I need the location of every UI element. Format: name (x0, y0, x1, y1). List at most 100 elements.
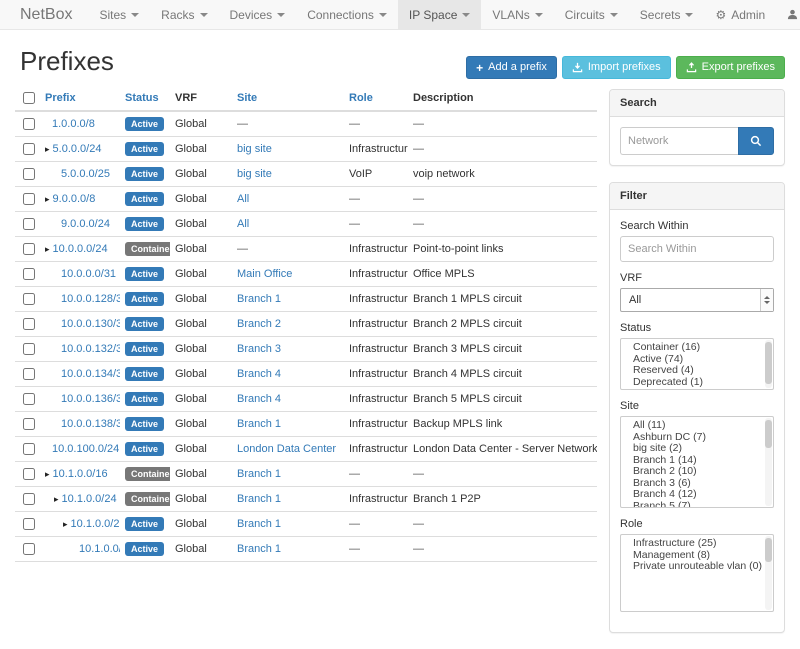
site-link[interactable]: big site (237, 168, 272, 180)
listbox-option[interactable]: Infrastructure (25) (621, 538, 773, 550)
prefix-link[interactable]: 10.0.0.128/31 (61, 293, 120, 305)
nav-item-vlans[interactable]: VLANs (481, 0, 553, 29)
listbox-option[interactable]: Ashburn DC (7) (621, 432, 773, 444)
site-link[interactable]: big site (237, 143, 272, 155)
listbox-option[interactable]: big site (2) (621, 443, 773, 455)
search-button[interactable] (738, 127, 774, 155)
listbox-option[interactable]: Branch 2 (10) (621, 466, 773, 478)
row-checkbox[interactable] (23, 318, 35, 330)
scrollbar[interactable] (765, 418, 772, 506)
row-checkbox[interactable] (23, 293, 35, 305)
expand-arrow-icon: ▸ (63, 519, 68, 529)
row-checkbox[interactable] (23, 468, 35, 480)
row-checkbox[interactable] (23, 243, 35, 255)
site-link[interactable]: All (237, 218, 249, 230)
site-link[interactable]: Branch 1 (237, 493, 281, 505)
listbox-option[interactable]: Deprecated (1) (621, 377, 773, 389)
row-checkbox[interactable] (23, 268, 35, 280)
row-checkbox[interactable] (23, 193, 35, 205)
prefix-link[interactable]: 9.0.0.0/24 (61, 218, 110, 230)
prefix-link[interactable]: 9.0.0.0/8 (53, 193, 96, 205)
row-checkbox[interactable] (23, 343, 35, 355)
nav-item-secrets[interactable]: Secrets (629, 0, 705, 29)
prefix-link[interactable]: 10.1.0.0/24 (62, 493, 117, 505)
scrollbar[interactable] (765, 340, 772, 388)
listbox-option[interactable]: Branch 5 (7) (621, 501, 773, 509)
row-checkbox[interactable] (23, 218, 35, 230)
prefix-link[interactable]: 10.0.0.130/31 (61, 318, 120, 330)
site-link[interactable]: Branch 3 (237, 343, 281, 355)
search-input[interactable] (620, 127, 738, 155)
import-prefixes-button[interactable]: Import prefixes (562, 56, 671, 79)
row-checkbox[interactable] (23, 518, 35, 530)
prefix-link[interactable]: 10.0.0.134/31 (61, 368, 120, 380)
prefix-link[interactable]: 5.0.0.0/25 (61, 168, 110, 180)
site-link[interactable]: Branch 1 (237, 468, 281, 480)
listbox-option[interactable]: Private unrouteable vlan (0) (621, 561, 773, 573)
status-listbox[interactable]: Container (16)Active (74)Reserved (4)Dep… (620, 338, 774, 390)
site-link[interactable]: Branch 2 (237, 318, 281, 330)
listbox-option[interactable]: Active (74) (621, 354, 773, 366)
prefix-link[interactable]: 10.0.0.0/24 (53, 243, 108, 255)
scrollbar-thumb[interactable] (765, 342, 772, 384)
site-link[interactable]: Branch 4 (237, 393, 281, 405)
listbox-option[interactable]: Branch 1 (14) (621, 455, 773, 467)
prefix-link[interactable]: 10.0.0.138/31 (61, 418, 120, 430)
prefix-link[interactable]: 1.0.0.0/8 (52, 118, 95, 130)
nav-item-ip-space[interactable]: IP Space (398, 0, 481, 29)
listbox-option[interactable]: Container (16) (621, 342, 773, 354)
listbox-option[interactable]: Reserved (4) (621, 365, 773, 377)
nav-item-admin[interactable]: ⚙ Admin (704, 0, 776, 29)
prefix-link[interactable]: 10.0.0.0/31 (61, 268, 116, 280)
nav-item-racks[interactable]: Racks (150, 0, 218, 29)
site-link[interactable]: All (237, 193, 249, 205)
prefix-link[interactable]: 10.0.0.132/31 (61, 343, 120, 355)
nav-item-devices[interactable]: Devices (219, 0, 297, 29)
site-link[interactable]: Branch 1 (237, 418, 281, 430)
row-checkbox[interactable] (23, 543, 35, 555)
row-checkbox[interactable] (23, 118, 35, 130)
site-link[interactable]: Branch 1 (237, 543, 281, 555)
prefix-link[interactable]: 10.1.0.0/25 (71, 518, 120, 530)
site-link[interactable]: Branch 4 (237, 368, 281, 380)
column-header-status[interactable]: Status (125, 92, 159, 104)
prefix-link[interactable]: 10.0.0.136/31 (61, 393, 120, 405)
nav-item-profile[interactable]: Profile (776, 0, 800, 29)
row-checkbox[interactable] (23, 493, 35, 505)
vrf-select[interactable]: All (620, 288, 774, 312)
prefix-link[interactable]: 10.1.0.0/26 (79, 543, 120, 555)
column-header-role[interactable]: Role (349, 92, 373, 104)
select-all-checkbox[interactable] (23, 92, 35, 104)
listbox-option[interactable]: All (11) (621, 420, 773, 432)
site-link[interactable]: Branch 1 (237, 518, 281, 530)
row-checkbox[interactable] (23, 443, 35, 455)
site-listbox[interactable]: All (11)Ashburn DC (7)big site (2)Branch… (620, 416, 774, 508)
role-listbox[interactable]: Infrastructure (25)Management (8)Private… (620, 534, 774, 612)
scrollbar[interactable] (765, 536, 772, 610)
row-checkbox[interactable] (23, 393, 35, 405)
row-checkbox[interactable] (23, 168, 35, 180)
prefix-link[interactable]: 5.0.0.0/24 (53, 143, 102, 155)
column-header-prefix[interactable]: Prefix (45, 92, 76, 104)
prefix-link[interactable]: 10.0.100.0/24 (52, 443, 119, 455)
nav-item-connections[interactable]: Connections (296, 0, 398, 29)
search-within-input[interactable] (620, 236, 774, 262)
prefix-link[interactable]: 10.1.0.0/16 (53, 468, 108, 480)
row-checkbox[interactable] (23, 143, 35, 155)
column-header-site[interactable]: Site (237, 92, 257, 104)
site-link[interactable]: Branch 1 (237, 293, 281, 305)
listbox-option[interactable]: Management (8) (621, 550, 773, 562)
listbox-option[interactable]: Branch 3 (6) (621, 478, 773, 490)
nav-item-sites[interactable]: Sites (88, 0, 150, 29)
site-link[interactable]: Main Office (237, 268, 292, 280)
row-checkbox[interactable] (23, 368, 35, 380)
nav-item-circuits[interactable]: Circuits (554, 0, 629, 29)
scrollbar-thumb[interactable] (765, 538, 772, 562)
listbox-option[interactable]: Branch 4 (12) (621, 489, 773, 501)
export-prefixes-button[interactable]: Export prefixes (676, 56, 785, 79)
scrollbar-thumb[interactable] (765, 420, 772, 448)
app-brand[interactable]: NetBox (0, 0, 88, 29)
site-link[interactable]: London Data Center (237, 443, 336, 455)
add-prefix-button[interactable]: + Add a prefix (466, 56, 557, 79)
row-checkbox[interactable] (23, 418, 35, 430)
